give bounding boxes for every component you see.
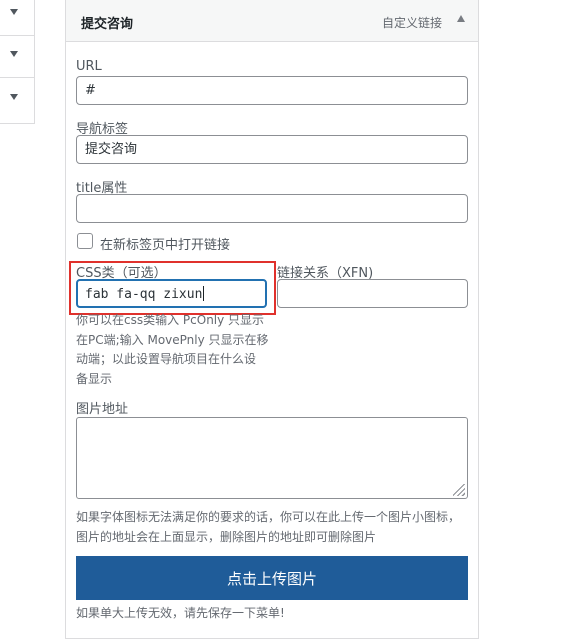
left-row-2[interactable] [0,37,34,78]
image-help-line: 如果字体图标无法满足你的要求的话，你可以在此上传一个图片小图标， [76,510,461,524]
css-help-line: 动端；以此设置导航项目在什么设 [76,352,257,366]
menu-item-bar[interactable]: 提交咨询 自定义链接 [66,0,478,42]
chevron-down-icon[interactable] [10,51,18,57]
css-help-text: 你可以在css类输入 PcOnly 只显示 在PC端;输入 MovePnly 只… [76,311,269,389]
resize-handle-icon[interactable] [453,484,465,496]
image-help-text: 如果字体图标无法满足你的要求的话，你可以在此上传一个图片小图标， 图片的地址会在… [76,508,460,547]
url-input[interactable]: # [76,76,468,105]
chevron-down-icon[interactable] [10,9,18,15]
left-collapsed-panels [0,0,35,124]
image-url-textarea[interactable] [76,417,468,499]
css-help-line: 在PC端;输入 MovePnly 只显示在移 [76,332,269,347]
new-tab-checkbox[interactable] [77,233,93,249]
menu-item-title: 提交咨询 [81,17,134,32]
css-help-line: 你可以在css类输入 PcOnly 只显示 [76,313,265,327]
chevron-up-icon[interactable] [457,15,465,22]
new-tab-label[interactable]: 在新标签页中打开链接 [100,234,230,253]
xfn-input[interactable] [277,279,468,308]
chevron-down-icon[interactable] [10,94,18,100]
upload-image-button[interactable]: 点击上传图片 [76,556,468,600]
highlight-box [69,261,276,315]
menu-item-type: 自定义链接 [382,16,443,30]
image-help-line: 图片的地址会在上面显示，删除图片的地址即可删除图片 [76,529,377,544]
nav-label-input[interactable]: 提交咨询 [76,135,468,164]
css-help-line: 备显示 [76,371,113,386]
left-row-3[interactable] [0,80,34,121]
title-attr-input[interactable] [76,194,468,223]
left-row-1[interactable] [0,0,34,36]
url-label: URL [76,59,102,74]
image-url-label: 图片地址 [76,402,129,417]
